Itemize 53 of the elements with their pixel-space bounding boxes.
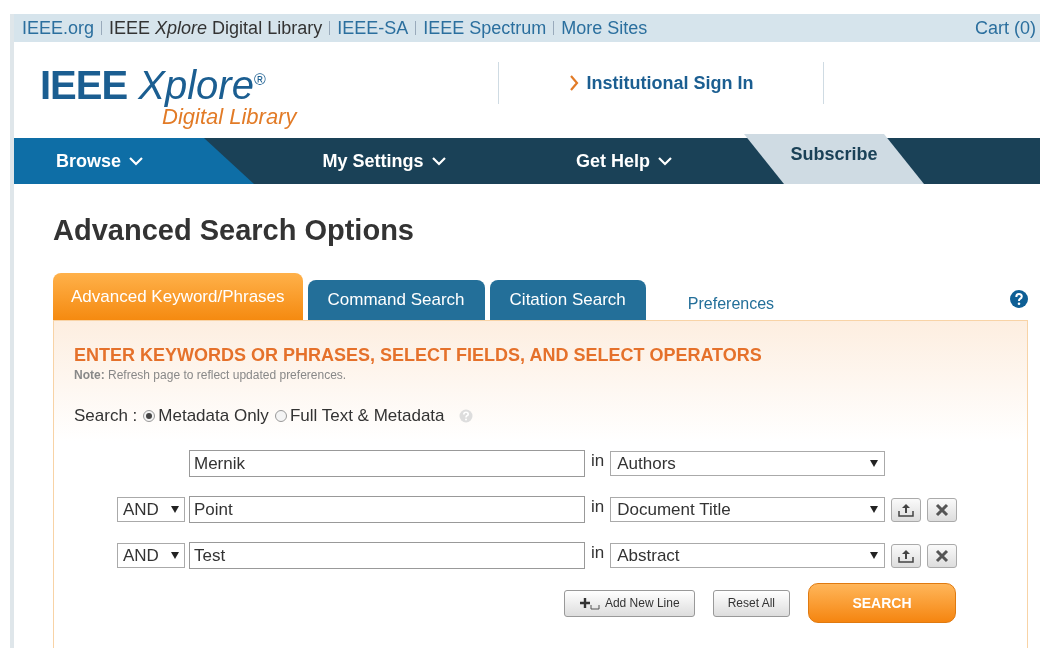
site-link[interactable]: More Sites: [561, 17, 648, 39]
site-link[interactable]: IEEE Spectrum: [423, 17, 547, 39]
in-label: in: [591, 542, 605, 563]
radio-option[interactable]: Metadata Only: [143, 406, 269, 426]
tab[interactable]: Command Search: [307, 280, 485, 320]
add-line-button[interactable]: Add New Line: [563, 589, 695, 617]
field-dropdown[interactable]: Document Title: [610, 497, 886, 522]
remove-button[interactable]: [927, 543, 958, 568]
nav-menu[interactable]: My Settings: [264, 138, 504, 184]
chevron-down-icon: [431, 156, 446, 166]
dropdown-arrow-icon: [171, 506, 179, 513]
preferences-link[interactable]: Preferences: [650, 288, 775, 320]
chevron-down-icon: [658, 156, 672, 166]
nav-menu[interactable]: Get Help: [504, 138, 744, 184]
help-icon: [458, 409, 473, 423]
search-term-field[interactable]: Point: [189, 496, 585, 523]
plus-icon: [578, 596, 600, 610]
operator-dropdown[interactable]: AND: [117, 543, 185, 568]
field-dropdown[interactable]: Abstract: [610, 543, 886, 568]
dropdown-arrow-icon: [870, 506, 879, 513]
tab[interactable]: Citation Search: [489, 280, 646, 320]
search-term-field[interactable]: Test: [189, 542, 585, 569]
in-label: in: [591, 496, 605, 517]
dropdown-arrow-icon: [870, 460, 879, 467]
chevron-icon: [568, 74, 579, 92]
chevron-down-icon: [129, 156, 144, 166]
upload-icon: [896, 501, 917, 518]
move-up-button[interactable]: [891, 497, 922, 522]
dropdown-arrow-icon: [870, 552, 879, 559]
cart-link[interactable]: Cart (0): [975, 17, 1036, 39]
site-link[interactable]: IEEE.org: [22, 17, 95, 39]
panel-heading: ENTER KEYWORDS OR PHRASES, SELECT FIELDS, AND SELECT OPERATORS: [74, 345, 763, 366]
in-label: in: [591, 450, 605, 471]
page-title: Advanced Search Options: [53, 214, 415, 247]
note-text: Note: Refresh page to reflect updated preferences.: [74, 368, 348, 382]
site-link[interactable]: IEEE-SA: [337, 17, 409, 39]
upload-icon: [896, 547, 917, 564]
search-term-field[interactable]: Mernik: [189, 450, 585, 477]
subscribe-tab[interactable]: Subscribe: [744, 134, 924, 184]
close-icon: [934, 501, 951, 518]
logo: IEEE Xplore$^{®}$ Digital Library: [39, 62, 299, 130]
site-name: IEEE Xplore Digital Library: [109, 17, 323, 39]
close-icon: [934, 547, 951, 564]
reset-button[interactable]: Reset All: [712, 589, 790, 617]
operator-dropdown[interactable]: AND: [117, 497, 185, 522]
field-dropdown[interactable]: Authors: [610, 451, 886, 476]
remove-button[interactable]: [927, 497, 958, 522]
move-up-button[interactable]: [891, 543, 922, 568]
search-label: Search :: [74, 406, 138, 426]
radio-option[interactable]: Full Text & Metadata: [274, 406, 445, 426]
sign-in-link[interactable]: Institutional Sign In: [568, 72, 754, 94]
help-icon: [1010, 290, 1028, 308]
dropdown-arrow-icon: [171, 552, 179, 559]
